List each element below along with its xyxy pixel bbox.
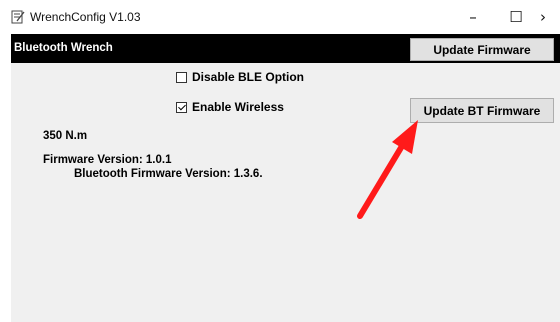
update-bt-firmware-button[interactable]: Update BT Firmware bbox=[410, 98, 554, 123]
minimize-button[interactable]: – bbox=[456, 4, 490, 30]
enable-wireless-checkbox[interactable] bbox=[176, 101, 187, 113]
torque-value: 350 N.m bbox=[43, 130, 88, 142]
enable-wireless-option[interactable]: Enable Wireless bbox=[176, 100, 284, 114]
disable-ble-checkbox[interactable] bbox=[176, 71, 187, 83]
close-button[interactable]: › bbox=[540, 4, 560, 30]
notepad-edit-icon bbox=[11, 10, 25, 24]
title-bar: WrenchConfig V1.03 – ☐ › bbox=[0, 0, 560, 34]
update-firmware-button[interactable]: Update Firmware bbox=[410, 38, 554, 61]
disable-ble-label: Disable BLE Option bbox=[192, 70, 305, 84]
enable-wireless-label: Enable Wireless bbox=[192, 100, 284, 114]
window-title: WrenchConfig V1.03 bbox=[30, 10, 141, 24]
maximize-button[interactable]: ☐ bbox=[499, 4, 533, 30]
header-title: Bluetooth Wrench bbox=[14, 42, 113, 54]
red-arrow-icon bbox=[357, 120, 418, 219]
disable-ble-option[interactable]: Disable BLE Option bbox=[176, 70, 304, 84]
bt-firmware-version: Bluetooth Firmware Version: 1.3.6. bbox=[74, 168, 263, 180]
firmware-version: Firmware Version: 1.0.1 bbox=[43, 154, 172, 166]
